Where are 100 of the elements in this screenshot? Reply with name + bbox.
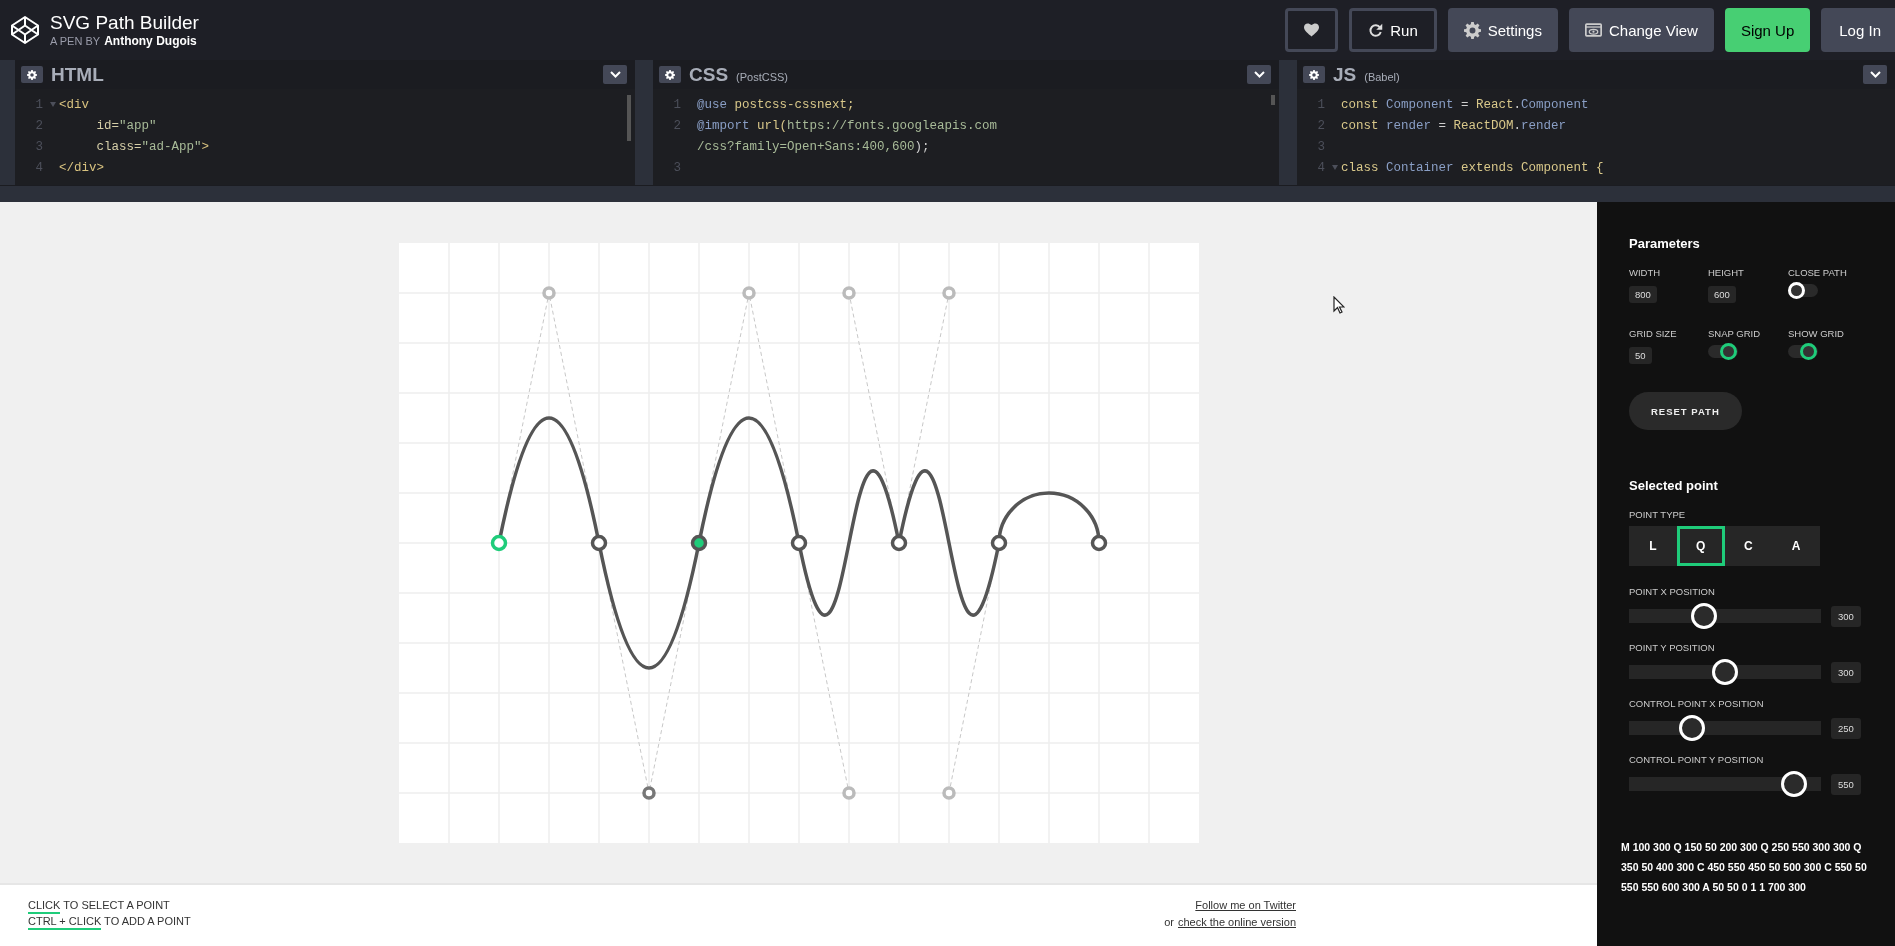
sign-up-button[interactable]: Sign Up: [1724, 8, 1811, 52]
number-field[interactable]: 50: [1629, 347, 1652, 364]
field-label: SHOW GRID: [1788, 328, 1845, 339]
path-point[interactable]: [890, 534, 907, 551]
path-point[interactable]: [1090, 534, 1107, 551]
slider-label: POINT Y POSITION: [1629, 642, 1716, 653]
control-point[interactable]: [641, 785, 656, 800]
cube-logo-icon[interactable]: [10, 15, 40, 45]
editor-settings-button[interactable]: [1303, 66, 1325, 83]
editor-title: CSS: [689, 63, 729, 86]
line-number: 1: [34, 97, 44, 112]
twitter-link[interactable]: Follow me on Twitter: [1195, 899, 1296, 911]
field-label: HEIGHT: [1708, 267, 1745, 278]
line-number: 3: [34, 139, 44, 154]
gear-icon: [1463, 21, 1481, 39]
line-number: 2: [34, 118, 44, 133]
gear-icon: [27, 69, 37, 80]
editor-settings-button[interactable]: [21, 66, 43, 83]
editor-collapse-button[interactable]: [1247, 65, 1271, 84]
hint-text: CTRL + CLICK TO ADD A POINT: [28, 915, 191, 927]
editor-title: HTML: [51, 63, 104, 86]
gear-icon: [1309, 69, 1319, 80]
code-line: id="app": [95, 118, 157, 133]
slider-thumb[interactable]: [1679, 715, 1706, 741]
toggle-switch[interactable]: [1708, 345, 1738, 358]
line-number: 2: [1316, 118, 1326, 133]
code-line: @use postcss-cssnext;: [697, 97, 855, 112]
chevron-down-icon: [1253, 71, 1265, 78]
slider-value: 300: [1831, 661, 1861, 683]
line-number: 2: [672, 118, 682, 133]
run-button[interactable]: Run: [1349, 8, 1437, 52]
slider-value: 250: [1831, 717, 1861, 739]
change-view-button[interactable]: Change View: [1568, 8, 1714, 52]
point-type-option[interactable]: A: [1772, 526, 1820, 566]
chevron-down-icon: [1869, 71, 1881, 78]
slider-label: CONTROL POINT X POSITION: [1629, 698, 1765, 709]
line-number: 3: [672, 160, 682, 175]
line-number: 3: [1316, 139, 1326, 154]
slider-value: 300: [1831, 605, 1861, 627]
section-title: Parameters: [1629, 236, 1701, 251]
pen-title: SVG Path Builder: [50, 12, 199, 34]
heart-icon: [1304, 22, 1320, 38]
path-point[interactable]: [690, 534, 707, 551]
code-line: class Container extends Component {: [1341, 160, 1604, 175]
window-eye-icon: [1584, 23, 1602, 37]
point-type-option[interactable]: C: [1724, 526, 1773, 566]
line-number: 1: [1316, 97, 1326, 112]
path-point[interactable]: [790, 534, 807, 551]
online-version-link[interactable]: check the online version: [1178, 916, 1296, 928]
editor-subtitle: (Babel): [1364, 70, 1400, 83]
code-line: const render = ReactDOM.render: [1341, 118, 1567, 133]
heart-button[interactable]: [1285, 8, 1339, 52]
line-number: 4: [1316, 160, 1326, 175]
line-number: 4: [34, 160, 44, 175]
chevron-down-icon: [609, 71, 621, 78]
path-data-text: M 100 300 Q 150 50 200 300 Q 250 550 300 300 Q 350 50 400 300 C 450 550 450 50 500 300 C 550 50 550 550 600 300 A 50 50 0 1 1 700 300: [1621, 840, 1868, 895]
toggle-switch[interactable]: [1788, 345, 1818, 358]
number-field[interactable]: 800: [1629, 286, 1657, 303]
scrollbar[interactable]: [627, 95, 631, 141]
author-link[interactable]: Anthony Dugois: [104, 34, 197, 48]
editor-collapse-button[interactable]: [1863, 65, 1887, 84]
code-line: class="ad-App">: [95, 139, 210, 154]
gear-icon: [665, 69, 675, 80]
byline-label: A PEN BY: [50, 35, 101, 47]
field-label: SNAP GRID: [1708, 328, 1762, 339]
code-line: </div>: [59, 160, 104, 175]
slider-value: 550: [1831, 773, 1861, 795]
toggle-switch[interactable]: [1788, 284, 1818, 297]
editor-settings-button[interactable]: [659, 66, 681, 83]
settings-button[interactable]: Settings: [1447, 8, 1558, 52]
code-line: <div: [59, 97, 89, 112]
point-type-option[interactable]: Q: [1676, 526, 1725, 566]
field-label: POINT TYPE: [1629, 509, 1687, 520]
point-type-option[interactable]: L: [1629, 526, 1677, 566]
number-field[interactable]: 600: [1708, 286, 1736, 303]
mouse-pointer-icon: [1333, 296, 1345, 314]
section-title: Selected point: [1629, 478, 1719, 493]
slider-thumb[interactable]: [1712, 659, 1738, 685]
field-label: WIDTH: [1629, 267, 1662, 278]
slider-thumb[interactable]: [1690, 603, 1717, 629]
line-number: 1: [672, 97, 682, 112]
editor-collapse-button[interactable]: [603, 65, 627, 84]
slider-label: CONTROL POINT Y POSITION: [1629, 754, 1765, 765]
path-point[interactable]: [990, 534, 1007, 551]
reset-path-button[interactable]: RESET PATH: [1629, 392, 1742, 430]
scrollbar[interactable]: [1271, 95, 1275, 105]
refresh-icon: [1368, 22, 1384, 38]
hint-text: CLICK TO SELECT A POINT: [28, 899, 191, 911]
code-line: @import url(https://fonts.googleapis.com: [697, 118, 998, 133]
code-line: const Component = React.Component: [1341, 97, 1589, 112]
editor-subtitle: (PostCSS): [736, 70, 789, 83]
log-in-button[interactable]: Log In: [1821, 8, 1895, 52]
code-line: /css?family=Open+Sans:400,600);: [697, 139, 930, 154]
path-point[interactable]: [590, 534, 607, 551]
field-label: GRID SIZE: [1629, 328, 1678, 339]
editor-title: JS: [1333, 63, 1357, 86]
slider-thumb[interactable]: [1781, 771, 1808, 797]
field-label: CLOSE PATH: [1788, 267, 1848, 278]
slider-label: POINT X POSITION: [1629, 586, 1716, 597]
or-text: or: [1164, 916, 1174, 928]
